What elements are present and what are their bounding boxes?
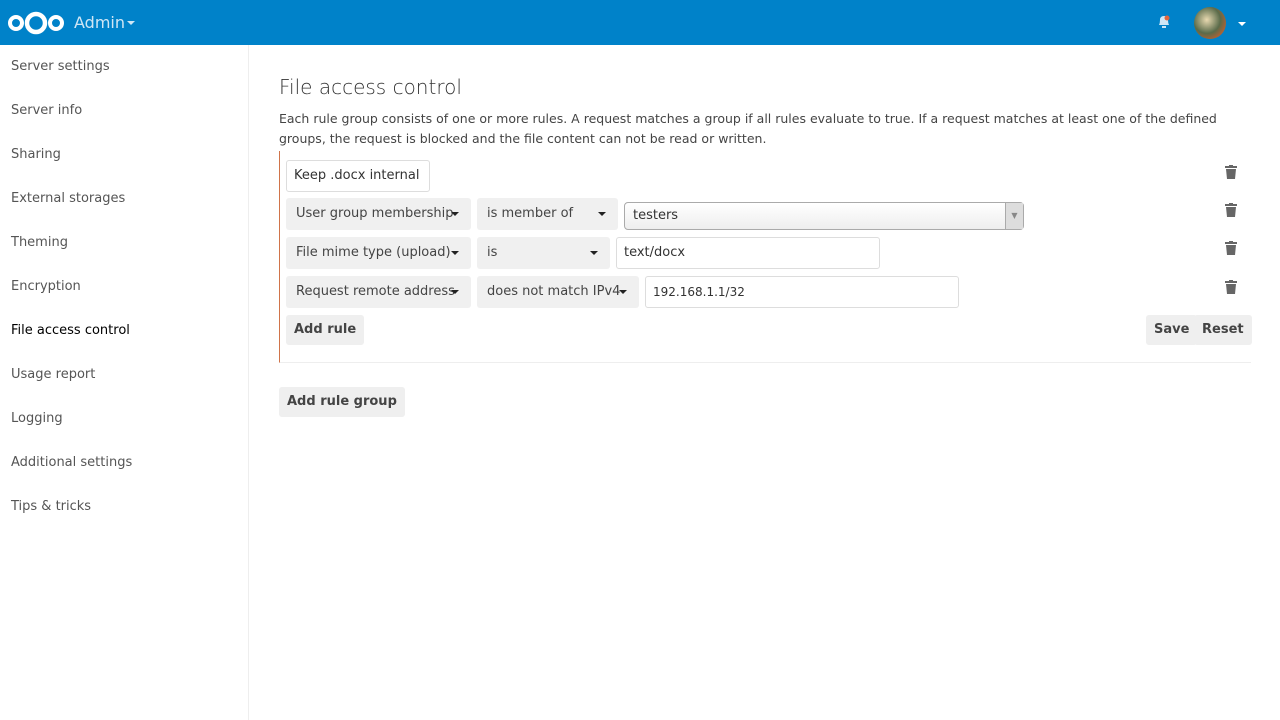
select-value: User group membership [296, 206, 454, 221]
rule-operator-select[interactable]: is member of [477, 198, 618, 230]
sidebar: Server settings Server info Sharing Exte… [0, 45, 249, 720]
select-value: is [487, 245, 498, 260]
sidebar-item-tips-tricks[interactable]: Tips & tricks [0, 485, 248, 529]
caret-down-icon[interactable] [1238, 22, 1246, 30]
rule-check-select[interactable]: User group membership [286, 198, 471, 230]
rule-value-input[interactable]: text/docx [616, 237, 880, 269]
add-rule-group-button[interactable]: Add rule group [279, 387, 405, 417]
select-value: Request remote address [296, 284, 455, 299]
caret-down-icon [451, 290, 459, 298]
trash-icon[interactable] [1225, 280, 1237, 294]
trash-icon[interactable] [1225, 203, 1237, 217]
select-value: testers [633, 208, 679, 223]
group-select[interactable]: testers ▼ [624, 202, 1024, 230]
sidebar-item-additional-settings[interactable]: Additional settings [0, 441, 248, 485]
sidebar-item-encryption[interactable]: Encryption [0, 265, 248, 309]
caret-down-icon[interactable] [127, 21, 135, 29]
notifications-bell-icon[interactable] [1157, 14, 1171, 30]
sidebar-item-theming[interactable]: Theming [0, 221, 248, 265]
rule-value-input[interactable]: 192.168.1.1/32 [645, 276, 959, 308]
caret-down-icon [619, 290, 627, 298]
reset-button[interactable]: Reset [1194, 315, 1252, 345]
group-name-input[interactable]: Keep .docx internal [286, 160, 430, 192]
rule-group: Keep .docx internal User group membershi… [279, 151, 1252, 363]
description: Each rule group consists of one or more … [279, 111, 1217, 146]
select-value: is member of [487, 206, 574, 221]
sidebar-item-usage-report[interactable]: Usage report [0, 353, 248, 397]
trash-icon[interactable] [1225, 241, 1237, 255]
app-menu[interactable]: Admin [74, 13, 125, 32]
sidebar-item-external-storages[interactable]: External storages [0, 177, 248, 221]
caret-down-icon [590, 251, 598, 259]
rule-operator-select[interactable]: does not match IPv4 [477, 276, 639, 308]
nextcloud-logo[interactable] [7, 10, 65, 36]
sidebar-item-server-settings[interactable]: Server settings [0, 45, 248, 89]
header: Admin [0, 0, 1280, 45]
dropdown-arrow-icon: ▼ [1005, 203, 1023, 229]
main-content: File access control Each rule group cons… [279, 45, 1252, 417]
select-value: File mime type (upload) [296, 245, 451, 260]
rule-check-select[interactable]: Request remote address [286, 276, 471, 308]
rule-operator-select[interactable]: is [477, 237, 610, 269]
sidebar-item-server-info[interactable]: Server info [0, 89, 248, 133]
trash-icon[interactable] [1225, 165, 1237, 179]
page-title: File access control [279, 75, 462, 99]
caret-down-icon [598, 212, 606, 220]
sidebar-item-sharing[interactable]: Sharing [0, 133, 248, 177]
caret-down-icon [451, 212, 459, 220]
sidebar-item-logging[interactable]: Logging [0, 397, 248, 441]
caret-down-icon [451, 251, 459, 259]
rule-check-select[interactable]: File mime type (upload) [286, 237, 471, 269]
save-button[interactable]: Save [1146, 315, 1198, 345]
add-rule-button[interactable]: Add rule [286, 315, 365, 345]
sidebar-item-file-access-control[interactable]: File access control [0, 309, 248, 353]
user-avatar[interactable] [1194, 7, 1226, 39]
select-value: does not match IPv4 [487, 284, 621, 299]
